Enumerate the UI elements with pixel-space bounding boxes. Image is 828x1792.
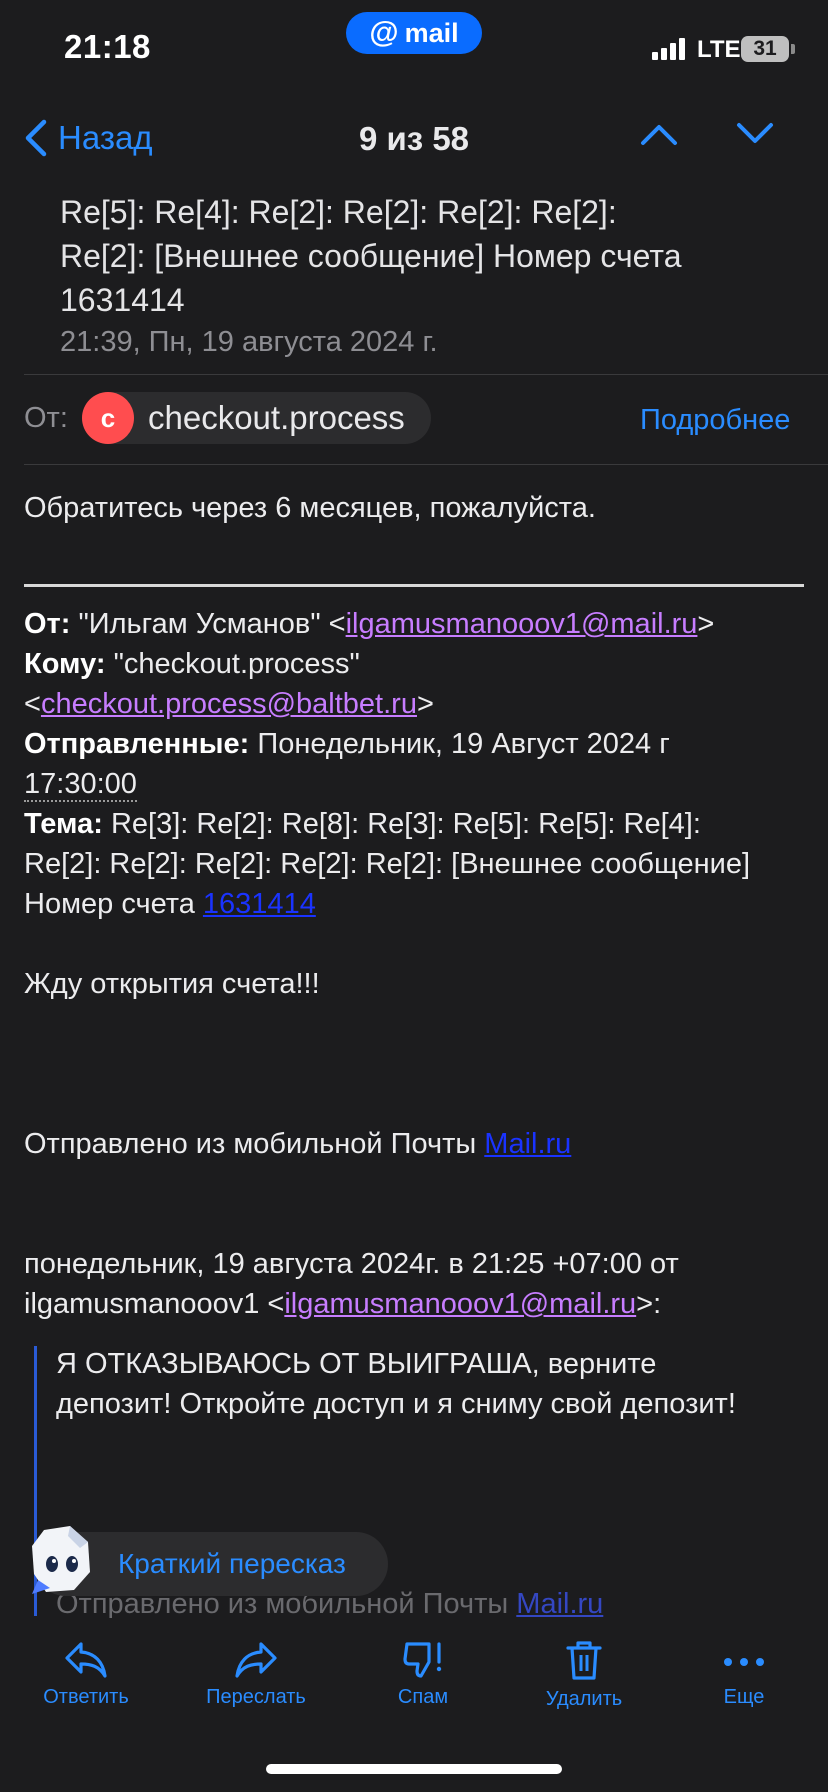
- delete-button[interactable]: Удалить: [504, 1640, 664, 1711]
- back-label: Назад: [58, 119, 153, 156]
- avatar: c: [82, 392, 134, 444]
- details-link[interactable]: Подробнее: [640, 404, 790, 437]
- home-indicator[interactable]: [266, 1764, 562, 1774]
- summary-button[interactable]: Краткий пересказ: [32, 1526, 388, 1596]
- wait-text: Жду открытия счета!!!: [24, 968, 320, 1000]
- quote-separator: [24, 584, 804, 587]
- divider: [24, 374, 828, 375]
- message-date: 21:39, Пн, 19 августа 2024 г.: [60, 326, 438, 358]
- mascot-icon: [32, 1526, 90, 1594]
- sender-name: checkout.process: [148, 399, 405, 436]
- status-time: 21:18: [64, 28, 151, 65]
- trash-icon: [566, 1641, 602, 1680]
- orig-tail: >:: [636, 1288, 662, 1320]
- header-from: От: "Ильгам Усманов" <ilgamusmanooov1@ma…: [24, 608, 715, 640]
- forward-label: Переслать: [206, 1686, 306, 1708]
- battery-icon: 31: [741, 36, 789, 62]
- more-label: Еще: [723, 1686, 765, 1708]
- summary-label: Краткий пересказ: [118, 1548, 346, 1579]
- header-subject-value: Re[3]: Re[2]: Re[8]: Re[3]: Re[5]: Re[5]…: [24, 808, 751, 920]
- header-from-email-link[interactable]: ilgamusmanooov1@mail.ru: [346, 608, 698, 640]
- header-sent-value: Понедельник, 19 Август 2024 г: [257, 728, 670, 760]
- spam-icon: [403, 1642, 442, 1678]
- message-subject: Re[5]: Re[4]: Re[2]: Re[2]: Re[2]: Re[2]…: [60, 194, 682, 318]
- spam-label: Спам: [397, 1686, 449, 1708]
- from-label: От:: [24, 402, 68, 434]
- back-button[interactable]: Назад: [24, 118, 153, 158]
- header-to-email-link[interactable]: checkout.process@baltbet.ru: [41, 688, 417, 720]
- divider: [24, 464, 828, 465]
- sent-from-text: Отправлено из мобильной Почты: [24, 1128, 477, 1160]
- header-to: Кому: "checkout.process" <checkout.proces…: [24, 648, 434, 720]
- spam-button[interactable]: Спам: [343, 1640, 503, 1709]
- more-dots-icon: [724, 1658, 764, 1666]
- next-message-button[interactable]: [736, 122, 774, 151]
- chevron-up-icon: [641, 125, 677, 145]
- chevron-down-icon: [737, 123, 773, 143]
- chevron-left-icon: [25, 119, 47, 157]
- original-message-intro: понедельник, 19 августа 2024г. в 21:25 +…: [24, 1244, 804, 1324]
- header-to-label: Кому:: [24, 648, 106, 680]
- mailru-link[interactable]: Mail.ru: [484, 1128, 571, 1160]
- sender-chip[interactable]: c checkout.process: [82, 392, 431, 444]
- header-sent: Отправленные: Понедельник, 19 Август 202…: [24, 724, 784, 804]
- account-number-link[interactable]: 1631414: [203, 888, 316, 920]
- forward-button[interactable]: Переслать: [176, 1640, 336, 1709]
- mail-app-label: mail: [404, 17, 459, 48]
- header-sent-time[interactable]: 17:30:00: [24, 768, 137, 802]
- header-subject: Тема: Re[3]: Re[2]: Re[8]: Re[3]: Re[5]:…: [24, 804, 784, 924]
- header-to-name: "checkout.process": [113, 648, 360, 680]
- reply-button[interactable]: Ответить: [6, 1640, 166, 1709]
- battery-tip: [791, 44, 795, 54]
- mail-app-badge[interactable]: @ mail: [346, 12, 482, 54]
- network-label: LTE: [697, 36, 741, 63]
- reply-icon: [65, 1642, 107, 1678]
- header-sent-label: Отправленные:: [24, 728, 250, 760]
- orig-email-link[interactable]: ilgamusmanooov1@mail.ru: [284, 1288, 636, 1320]
- reply-label: Ответить: [43, 1686, 129, 1708]
- mailru-link-2[interactable]: Mail.ru: [516, 1588, 603, 1620]
- previous-message-button[interactable]: [640, 122, 678, 151]
- sent-from-signature: Отправлено из мобильной Почты Mail.ru: [24, 1124, 571, 1164]
- header-from-label: От:: [24, 608, 71, 640]
- reply-text: Обратитесь через 6 месяцев, пожалуйста.: [24, 492, 596, 524]
- delete-label: Удалить: [545, 1688, 623, 1710]
- header-subject-label: Тема:: [24, 808, 103, 840]
- at-icon: @: [369, 16, 399, 49]
- forward-icon: [235, 1642, 277, 1678]
- forwarded-headers: От: "Ильгам Усманов" <ilgamusmanooov1@ma…: [24, 604, 784, 924]
- signal-icon: [652, 38, 685, 60]
- header-from-name: "Ильгам Усманов" <: [78, 608, 346, 640]
- more-button[interactable]: Еще: [664, 1640, 824, 1709]
- quoted-message: Я ОТКАЗЫВАЮСЬ ОТ ВЫИГРАША, верните депоз…: [56, 1348, 736, 1420]
